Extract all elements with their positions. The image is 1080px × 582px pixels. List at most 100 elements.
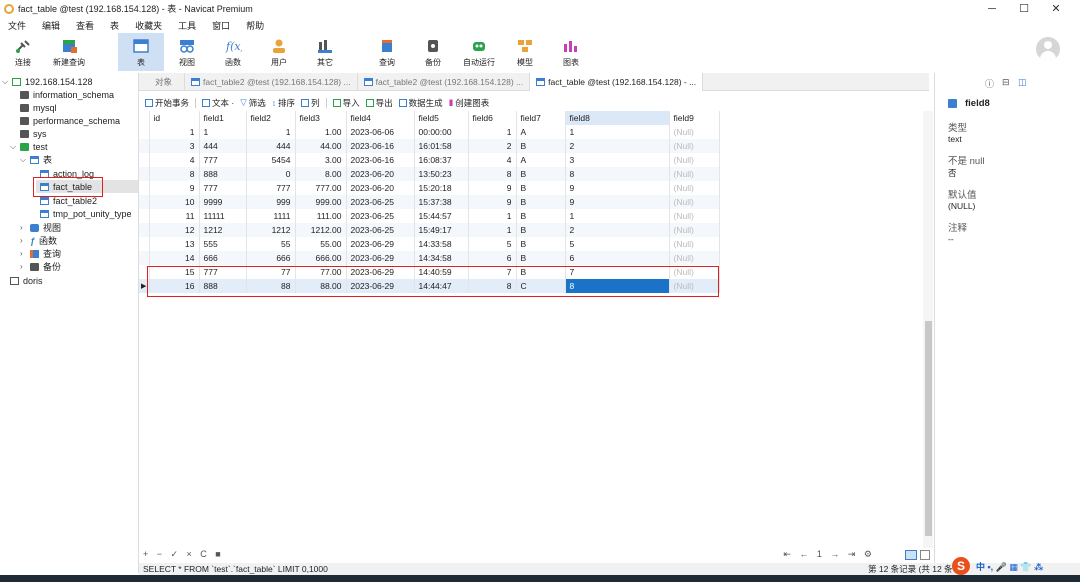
cell-field8[interactable]: 9 xyxy=(565,181,670,195)
cell-field3[interactable]: 1212.00 xyxy=(295,223,347,237)
row-indicator[interactable] xyxy=(139,181,150,195)
cell-field6[interactable]: 1 xyxy=(468,209,517,223)
cell-field4[interactable]: 2023-06-29 xyxy=(346,237,415,251)
backups-node[interactable]: › 备份 xyxy=(20,260,61,273)
cell-field4[interactable]: 2023-06-06 xyxy=(346,125,415,139)
ddl-icon[interactable]: ⊟ xyxy=(1002,77,1010,88)
chevron-right-icon[interactable]: › xyxy=(20,223,30,232)
cell-field8[interactable]: 1 xyxy=(565,125,670,139)
cell-field7[interactable]: B xyxy=(516,237,566,251)
cell-field4[interactable]: 2023-06-29 xyxy=(346,251,415,265)
cell-id[interactable]: 3 xyxy=(149,139,200,153)
cell-field4[interactable]: 2023-06-16 xyxy=(346,153,415,167)
cell-field2[interactable]: 5454 xyxy=(246,153,296,167)
cell-field6[interactable]: 1 xyxy=(468,125,517,139)
row-indicator[interactable] xyxy=(139,125,150,139)
cell-field3[interactable]: 666.00 xyxy=(295,251,347,265)
cell-field8[interactable]: 8 xyxy=(565,167,670,181)
table-node-tmp-pot-unity-type[interactable]: tmp_pot_unity_type xyxy=(40,207,132,220)
cell-field6[interactable]: 2 xyxy=(468,139,517,153)
other-button[interactable]: 其它 xyxy=(302,33,348,71)
cell-field4[interactable]: 2023-06-25 xyxy=(346,223,415,237)
cell-field9[interactable]: (Null) xyxy=(669,139,720,153)
row-indicator[interactable] xyxy=(139,139,150,153)
cell-field3[interactable]: 777.00 xyxy=(295,181,347,195)
functions-node[interactable]: › ƒ 函数 xyxy=(20,234,57,247)
cell-field5[interactable]: 16:08:37 xyxy=(414,153,469,167)
cell-field2[interactable]: 1 xyxy=(246,125,296,139)
cell-field6[interactable]: 5 xyxy=(468,237,517,251)
db-node-information-schema[interactable]: information_schema xyxy=(20,88,114,101)
connection-node[interactable]: ⌵ 192.168.154.128 xyxy=(2,75,93,88)
cell-field9[interactable]: (Null) xyxy=(669,223,720,237)
column-header-id[interactable]: id xyxy=(149,111,200,125)
row-indicator[interactable] xyxy=(139,167,150,181)
cell-field5[interactable]: 16:01:58 xyxy=(414,139,469,153)
sort-button[interactable]: ↕ 排序 xyxy=(272,97,295,109)
cell-id[interactable]: 1 xyxy=(149,125,200,139)
automation-button[interactable]: 自动运行 xyxy=(456,33,502,71)
cell-field1[interactable]: 444 xyxy=(199,139,247,153)
tab-objects[interactable]: 对象 xyxy=(139,72,186,91)
db-node-performance-schema[interactable]: performance_schema xyxy=(20,114,120,127)
cell-field9[interactable]: (Null) xyxy=(669,125,720,139)
table-row[interactable]: 10 9999 999 999.00 2023-06-25 15:37:38 9 B 9 (Nul… xyxy=(139,195,720,209)
tab-fact-table2-b[interactable]: fact_table2 @test (192.168.154.128) ... xyxy=(358,72,531,91)
row-indicator[interactable] xyxy=(139,251,150,265)
cell-field1[interactable]: 11111 xyxy=(199,209,247,223)
cell-field2[interactable]: 999 xyxy=(246,195,296,209)
query-button[interactable]: 查询 xyxy=(364,33,410,71)
cell-field8[interactable]: 9 xyxy=(565,195,670,209)
tab-fact-table2-a[interactable]: fact_table2 @test (192.168.154.128) ... xyxy=(185,72,358,91)
cell-field4[interactable]: 2023-06-20 xyxy=(346,167,415,181)
cell-field7[interactable]: B xyxy=(516,139,566,153)
cell-field2[interactable]: 444 xyxy=(246,139,296,153)
cell-field5[interactable]: 13:50:23 xyxy=(414,167,469,181)
table-button[interactable]: 表 xyxy=(118,33,164,71)
create-chart-button[interactable]: ▮ 创建图表 xyxy=(449,97,490,109)
menu-tools[interactable]: 工具 xyxy=(170,19,204,32)
cell-field7[interactable]: B xyxy=(516,223,566,237)
connect-button[interactable]: 连接 xyxy=(0,33,46,71)
chevron-down-icon[interactable]: ⌵ xyxy=(2,77,12,87)
cell-field4[interactable]: 2023-06-25 xyxy=(346,209,415,223)
user-button[interactable]: 用户 xyxy=(256,33,302,71)
view-button[interactable]: 视图 xyxy=(164,33,210,71)
cell-field9[interactable]: (Null) xyxy=(669,251,720,265)
cell-field7[interactable]: B xyxy=(516,181,566,195)
cell-field7[interactable]: B xyxy=(516,195,566,209)
cell-field7[interactable]: B xyxy=(516,251,566,265)
table-row[interactable]: 14 666 666 666.00 2023-06-29 14:34:58 6 B 6 (Null… xyxy=(139,251,720,265)
cell-field1[interactable]: 1212 xyxy=(199,223,247,237)
cell-field3[interactable]: 999.00 xyxy=(295,195,347,209)
cell-field4[interactable]: 2023-06-20 xyxy=(346,181,415,195)
cell-field3[interactable]: 3.00 xyxy=(295,153,347,167)
menu-window[interactable]: 窗口 xyxy=(204,19,238,32)
function-button[interactable]: f(x) 函数 xyxy=(210,33,256,71)
row-indicator[interactable] xyxy=(139,209,150,223)
menu-favorites[interactable]: 收藏夹 xyxy=(127,19,170,32)
ime-status[interactable]: 中 •, 🎤 ▦ 👕 ⁂ xyxy=(976,560,1043,573)
page-navigation-controls[interactable]: ⇤ ← 1 → ⇥ ⚙ xyxy=(783,549,875,560)
cell-field8[interactable]: 1 xyxy=(565,209,670,223)
cell-id[interactable]: 11 xyxy=(149,209,200,223)
cell-field2[interactable]: 55 xyxy=(246,237,296,251)
cell-field6[interactable]: 6 xyxy=(468,251,517,265)
cell-id[interactable]: 14 xyxy=(149,251,200,265)
menu-file[interactable]: 文件 xyxy=(0,19,34,32)
row-indicator[interactable] xyxy=(139,237,150,251)
menu-help[interactable]: 帮助 xyxy=(238,19,272,32)
chevron-right-icon[interactable]: › xyxy=(20,236,30,245)
column-header-field6[interactable]: field6 xyxy=(468,111,517,125)
cell-field1[interactable]: 9999 xyxy=(199,195,247,209)
column-header-field4[interactable]: field4 xyxy=(346,111,415,125)
tab-fact-table[interactable]: fact_table @test (192.168.154.128) - ... xyxy=(530,72,704,91)
column-header-field3[interactable]: field3 xyxy=(295,111,347,125)
tables-group-node[interactable]: ⌵ 表 xyxy=(20,153,52,166)
maximize-button[interactable]: ☐ xyxy=(1008,0,1040,17)
column-header-field2[interactable]: field2 xyxy=(246,111,296,125)
grid-view-icon[interactable] xyxy=(905,549,917,560)
cell-field5[interactable]: 14:34:58 xyxy=(414,251,469,265)
cell-field9[interactable]: (Null) xyxy=(669,195,720,209)
model-button[interactable]: 模型 xyxy=(502,33,548,71)
